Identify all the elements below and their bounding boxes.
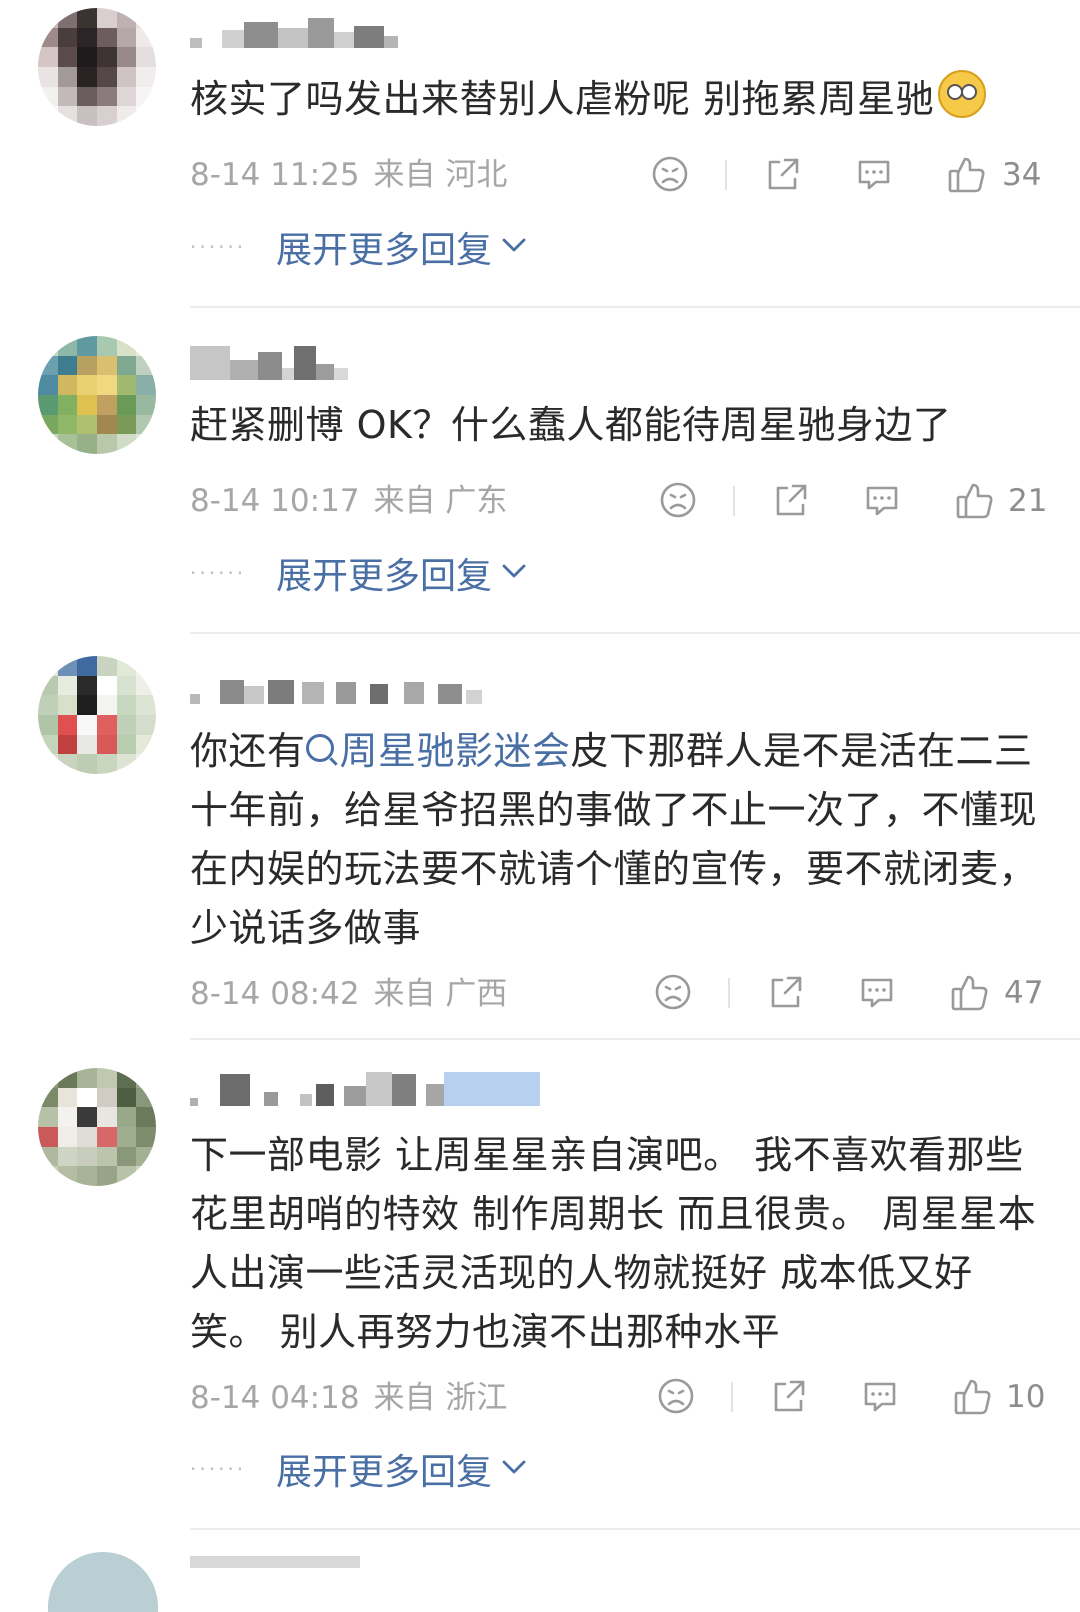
comment-location: 来自 广西 [373, 976, 508, 1012]
username-blurred[interactable] [190, 14, 398, 48]
ellipsis-dots: ······ [190, 235, 247, 259]
chevron-down-icon [500, 1457, 528, 1481]
comment-meta: 8-14 08:42 来自 广西 [190, 974, 507, 1014]
comment-location: 来自 河北 [373, 157, 508, 193]
comment-location: 来自 广东 [373, 483, 508, 519]
reply-comment-icon[interactable] [854, 154, 894, 194]
expand-replies-label: 展开更多回复 [276, 1452, 493, 1493]
expand-replies-label: 展开更多回复 [276, 556, 493, 597]
like-icon[interactable] [954, 480, 996, 522]
action-divider [725, 160, 727, 190]
comment-meta: 8-14 11:25 来自 河北 [190, 155, 507, 195]
chevron-down-icon [500, 561, 528, 585]
like-count: 21 [1008, 483, 1048, 519]
avatar-mosaic [38, 8, 156, 126]
avatar[interactable] [38, 8, 156, 126]
expand-replies-label: 展开更多回复 [276, 230, 493, 271]
comment-text: 你还有 周星驰影迷会皮下那群人是不是活在二三十年前，给星爷招黑的事做了不止一次了，… [190, 729, 1038, 950]
dislike-icon[interactable] [658, 480, 698, 520]
dislike-icon[interactable] [656, 1376, 696, 1416]
avatar[interactable] [38, 1068, 156, 1186]
dislike-icon[interactable] [650, 154, 690, 194]
like-icon[interactable] [952, 1376, 994, 1418]
comment-text: 核实了吗发出来替别人虐粉呢 别拖累周星驰 [190, 70, 1040, 129]
avatar[interactable] [38, 656, 156, 774]
like-icon[interactable] [949, 972, 991, 1014]
action-divider [733, 486, 735, 516]
topic-link[interactable]: 周星驰影迷会 [305, 729, 571, 773]
comment-meta: 8-14 10:17 来自 广东 [190, 481, 507, 521]
search-icon [305, 734, 334, 762]
like-count: 10 [1006, 1379, 1046, 1415]
expand-replies-button[interactable]: ······ 展开更多回复 [190, 548, 528, 598]
like-count: 47 [1004, 975, 1044, 1011]
comment-item: 下一部电影 让周星星亲自演吧。 我不喜欢看那些花里胡哨的特效 制作周期长 而且很… [0, 1040, 1080, 1530]
avatar[interactable] [48, 1552, 158, 1612]
eye-roll-emoji-icon [938, 70, 987, 118]
action-divider [731, 1382, 733, 1412]
avatar-mosaic [38, 656, 156, 774]
reply-comment-icon[interactable] [857, 972, 897, 1012]
ellipsis-dots: ······ [190, 561, 247, 585]
share-icon[interactable] [771, 480, 811, 520]
like-count: 34 [1002, 157, 1042, 193]
username-blurred[interactable] [190, 1072, 540, 1106]
comment-text: 下一部电影 让周星星亲自演吧。 我不喜欢看那些花里胡哨的特效 制作周期长 而且很… [190, 1133, 1037, 1354]
dislike-icon[interactable] [653, 972, 693, 1012]
username-blurred[interactable] [190, 670, 482, 704]
username-blurred[interactable] [190, 346, 348, 380]
reply-comment-icon[interactable] [860, 1376, 900, 1416]
share-icon[interactable] [769, 1376, 809, 1416]
comment-location: 来自 浙江 [373, 1380, 508, 1416]
comment-meta: 8-14 04:18 来自 浙江 [190, 1378, 507, 1418]
comment-item: 核实了吗发出来替别人虐粉呢 别拖累周星驰 8-14 11:25 来自 河北 34 … [0, 0, 1080, 308]
comment-text: 赶紧删博 OK？什么蠢人都能待周星驰身边了 [190, 403, 952, 447]
divider [190, 1528, 1080, 1530]
comment-time: 8-14 11:25 [190, 157, 360, 193]
comment-item: 你还有 周星驰影迷会皮下那群人是不是活在二三十年前，给星爷招黑的事做了不止一次了，… [0, 634, 1080, 1040]
avatar-mosaic [38, 336, 156, 454]
reply-comment-icon[interactable] [862, 480, 902, 520]
like-icon[interactable] [946, 154, 988, 196]
avatar[interactable] [38, 336, 156, 454]
avatar-mosaic [38, 1068, 156, 1186]
username-blurred[interactable] [190, 1556, 360, 1568]
expand-replies-button[interactable]: ······ 展开更多回复 [190, 1444, 528, 1494]
ellipsis-dots: ······ [190, 1457, 247, 1481]
comment-time: 8-14 04:18 [190, 1380, 360, 1416]
comment-time: 8-14 08:42 [190, 976, 360, 1012]
share-icon[interactable] [763, 154, 803, 194]
chevron-down-icon [500, 235, 528, 259]
action-divider [728, 978, 730, 1008]
share-icon[interactable] [766, 972, 806, 1012]
comment-item: 赶紧删博 OK？什么蠢人都能待周星驰身边了 8-14 10:17 来自 广东 21… [0, 308, 1080, 634]
comment-time: 8-14 10:17 [190, 483, 360, 519]
expand-replies-button[interactable]: ······ 展开更多回复 [190, 222, 528, 272]
